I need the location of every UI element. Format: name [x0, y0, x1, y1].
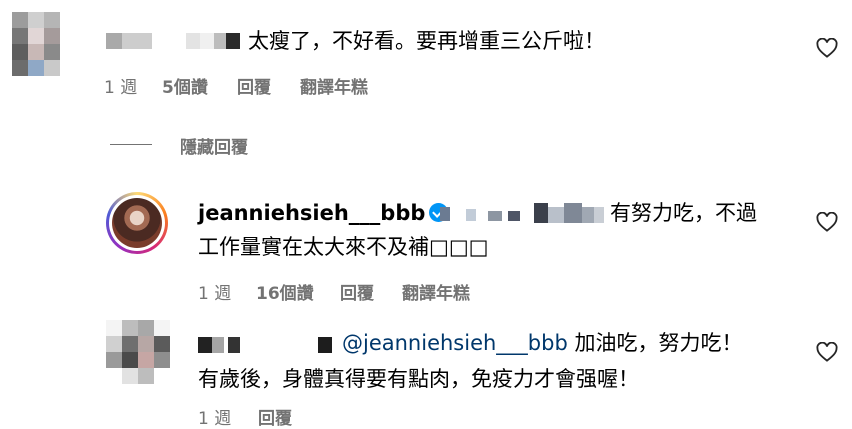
translate-button[interactable]: 翻譯年糕 — [300, 73, 368, 98]
comment-text: 太瘦了，不好看。要再增重三公斤啦！ — [248, 29, 605, 53]
username[interactable]: jeanniehsieh___bbb — [198, 201, 425, 225]
avatar-blurred[interactable] — [12, 12, 60, 76]
comment-text-line-2: 有歲後，身體真得要有點肉，免疫力才會强喔！ — [198, 367, 639, 391]
likes-count-button[interactable]: 5個讚 — [162, 73, 208, 98]
comment-time: 1 週 — [198, 284, 232, 304]
reply-button[interactable]: 回覆 — [237, 73, 271, 98]
heart-outline-icon[interactable] — [816, 38, 838, 58]
username-blurred[interactable] — [106, 33, 240, 49]
comment-text-line-1: 加油吃，努力吃！ — [574, 331, 743, 355]
heart-outline-icon[interactable] — [816, 212, 838, 232]
comment-text-line-1: 有努力吃，不過 — [610, 201, 757, 225]
comment-text-line-2: 工作量實在太大來不及補□□□ — [198, 235, 489, 259]
mention-blurred[interactable] — [440, 203, 606, 223]
likes-count-button[interactable]: 16個讚 — [256, 279, 314, 304]
comment-time: 1 週 — [104, 78, 138, 98]
reply-button[interactable]: 回覆 — [340, 279, 374, 304]
avatar-blurred[interactable] — [106, 320, 170, 384]
divider-line — [110, 144, 152, 145]
hide-replies-button[interactable]: 隱藏回覆 — [180, 133, 248, 158]
heart-outline-icon[interactable] — [816, 342, 838, 362]
comment-time: 1 週 — [198, 409, 232, 429]
username-blurred[interactable] — [198, 337, 334, 353]
translate-button[interactable]: 翻譯年糕 — [402, 279, 470, 304]
mention-link[interactable]: @jeanniehsieh___bbb — [342, 331, 568, 355]
avatar — [112, 198, 162, 248]
reply-button[interactable]: 回覆 — [258, 404, 292, 429]
